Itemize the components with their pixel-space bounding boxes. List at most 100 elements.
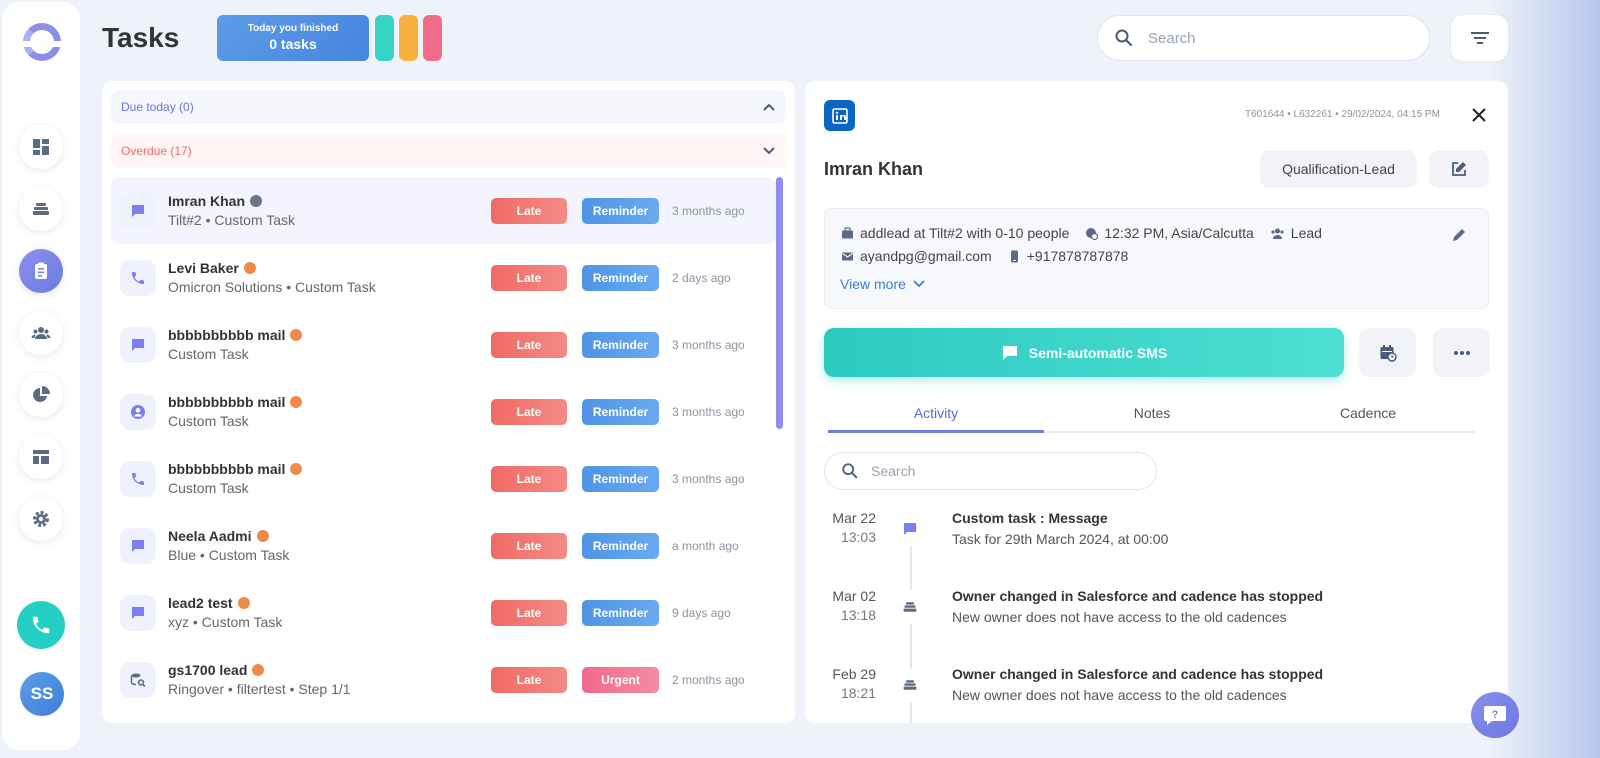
late-badge: Late — [491, 399, 567, 425]
app-logo[interactable] — [21, 23, 63, 61]
chevron-down-icon — [913, 280, 925, 288]
late-badge: Late — [491, 466, 567, 492]
dashboard-icon[interactable] — [19, 125, 63, 169]
task-list-scrollbar[interactable] — [776, 177, 783, 429]
task-lead-name: bbbbbbbbbb mail — [168, 327, 286, 343]
activity-day: Mar 02 — [832, 588, 876, 604]
gear-icon[interactable] — [19, 497, 63, 541]
task-row[interactable]: Levi Baker Omicron Solutions • Custom Tas… — [111, 244, 776, 311]
task-row[interactable]: bbbbbbbbbb mail Custom Task Late Reminder 3 … — [111, 445, 776, 512]
chevron-down-icon[interactable] — [762, 146, 776, 156]
pie-chart-icon[interactable] — [19, 373, 63, 417]
task-search[interactable] — [1097, 15, 1430, 61]
task-info: bbbbbbbbbb mail Custom Task — [168, 327, 478, 362]
progress-pill-teal[interactable] — [375, 15, 394, 61]
task-row[interactable]: bbbbbbbbbb mail Custom Task Late Reminder 3 … — [111, 311, 776, 378]
help-chat-icon: ? — [1484, 706, 1506, 725]
search-input[interactable] — [1148, 29, 1398, 47]
phone-icon — [32, 616, 50, 634]
task-row[interactable]: Neela Aadmi Blue • Custom Task Late Reminde… — [111, 512, 776, 579]
view-more-link[interactable]: View more — [840, 276, 926, 292]
task-type-icon — [120, 393, 156, 430]
linkedin-icon[interactable] — [824, 100, 855, 131]
task-subtitle: Ringover • filtertest • Step 1/1 — [168, 681, 351, 697]
user-avatar[interactable]: SS — [20, 672, 64, 716]
lead-phone[interactable]: +917878787878 — [1027, 248, 1129, 264]
globe-clock-icon — [237, 597, 250, 609]
activity-date: Feb 29 18:21 — [824, 666, 876, 701]
task-tag-badge: Reminder — [582, 600, 659, 626]
activity-title: Owner changed in Salesforce and cadence … — [952, 666, 1324, 682]
message-icon — [902, 521, 918, 537]
activity-item[interactable]: Mar 22 13:03 Custom task : Message Task for… — [824, 510, 1484, 570]
task-time-ago: 3 months ago — [672, 472, 745, 486]
task-type-icon — [120, 192, 156, 229]
phone-icon — [130, 270, 146, 286]
help-chat-button[interactable]: ? — [1471, 692, 1519, 738]
more-options-button[interactable] — [1433, 328, 1490, 377]
task-subtitle: xyz • Custom Task — [168, 614, 283, 630]
activity-item[interactable]: Mar 02 13:18 Owner changed in Salesforce a… — [824, 588, 1484, 648]
progress-pill-pink[interactable] — [423, 15, 442, 61]
activity-item[interactable]: Feb 29 18:21 Owner changed in Salesforce a… — [824, 666, 1484, 723]
layout-icon[interactable] — [19, 435, 63, 479]
task-row[interactable]: gs1700 lead Ringover • filtertest • Step … — [111, 646, 776, 713]
due-today-section[interactable]: Due today (0) — [111, 90, 786, 124]
progress-pill-orange[interactable] — [399, 15, 418, 61]
activity-search[interactable] — [824, 452, 1157, 490]
activity-description: New owner does not have access to the ol… — [952, 609, 1287, 625]
close-icon[interactable] — [1469, 105, 1489, 125]
tasks-clipboard-icon[interactable] — [19, 249, 63, 293]
task-tag-badge: Reminder — [582, 265, 659, 291]
svg-text:?: ? — [1492, 709, 1499, 721]
tab-notes[interactable]: Notes — [1044, 399, 1260, 431]
stack-icon[interactable] — [19, 187, 63, 231]
task-lead-name: Neela Aadmi — [168, 528, 252, 544]
late-badge: Late — [491, 332, 567, 358]
activity-node — [893, 668, 927, 702]
globe-clock-icon — [256, 530, 269, 542]
filter-icon — [1470, 32, 1489, 44]
task-info: gs1700 lead Ringover • filtertest • Step … — [168, 662, 478, 697]
tab-cadence[interactable]: Cadence — [1260, 399, 1476, 431]
filter-button[interactable] — [1451, 15, 1508, 61]
task-type-icon — [120, 661, 156, 698]
sidebar: SS — [2, 2, 80, 750]
people-icon[interactable] — [19, 311, 63, 355]
briefcase-icon — [842, 226, 853, 238]
task-lead-name: bbbbbbbbbb mail — [168, 394, 286, 410]
phone-call-button[interactable] — [17, 601, 65, 649]
message-icon — [130, 605, 146, 621]
stack-icon — [902, 599, 918, 615]
task-time-ago: 3 months ago — [672, 338, 745, 352]
chevron-up-icon[interactable] — [762, 102, 776, 112]
task-subtitle: Custom Task — [168, 413, 249, 429]
lead-type: Lead — [1290, 225, 1322, 241]
sms-label: Semi-automatic SMS — [1028, 344, 1168, 361]
tab-activity[interactable]: Activity — [828, 399, 1044, 433]
lead-timezone: 12:32 PM, Asia/Calcutta — [1104, 225, 1254, 241]
task-info: bbbbbbbbbb mail Custom Task — [168, 461, 478, 496]
task-row[interactable]: bbbbbbbbbb mail Custom Task Late Reminder 3 … — [111, 378, 776, 445]
globe-clock-icon — [290, 463, 303, 475]
more-horizontal-icon — [1453, 350, 1470, 355]
task-row[interactable]: Imran Khan Tilt#2 • Custom Task Late Remind… — [111, 177, 776, 244]
task-row[interactable]: lead2 test xyz • Custom Task Late Reminder 9… — [111, 579, 776, 646]
pencil-icon[interactable] — [1451, 227, 1467, 243]
search-icon — [842, 463, 858, 479]
task-lead-name: gs1700 lead — [168, 662, 248, 678]
task-time-ago: 3 months ago — [672, 204, 745, 218]
contact-icon — [130, 404, 146, 420]
semi-automatic-sms-button[interactable]: Semi-automatic SMS — [824, 328, 1344, 377]
task-lead-name: Imran Khan — [168, 193, 246, 209]
qualification-button[interactable]: Qualification-Lead — [1260, 150, 1417, 188]
task-subtitle: Omicron Solutions • Custom Task — [168, 279, 376, 295]
lead-info-row-2: ayandpg@gmail.com +917878787878 — [841, 248, 1144, 264]
activity-date: Mar 02 13:18 — [824, 588, 876, 623]
activity-search-input[interactable] — [871, 463, 1121, 479]
message-icon — [130, 203, 146, 219]
lead-email[interactable]: ayandpg@gmail.com — [860, 248, 992, 264]
edit-lead-button[interactable] — [1429, 150, 1489, 188]
schedule-button[interactable] — [1359, 328, 1416, 377]
overdue-section[interactable]: Overdue (17) — [111, 134, 786, 168]
